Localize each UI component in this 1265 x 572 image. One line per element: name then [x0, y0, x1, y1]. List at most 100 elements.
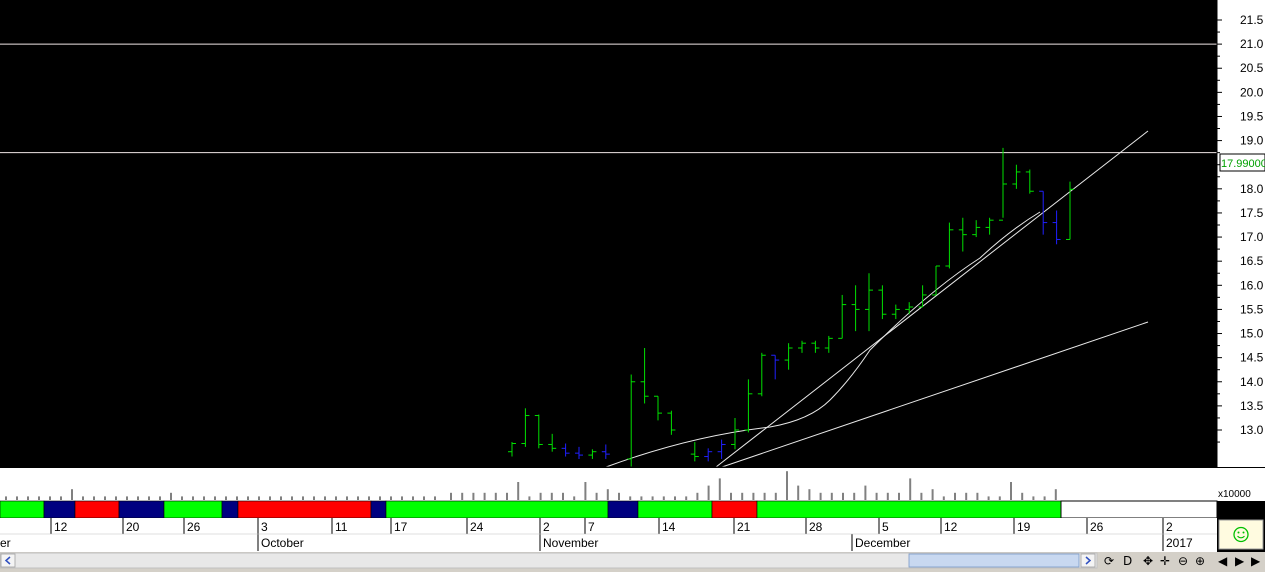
- volume-bar: [1043, 496, 1046, 500]
- volume-bar: [93, 496, 95, 500]
- volume-bar: [539, 492, 542, 500]
- volume-bar: [170, 492, 172, 500]
- volume-bar: [998, 496, 1001, 500]
- volume-bar: [368, 496, 370, 500]
- volume-bar: [313, 496, 315, 500]
- date-tick-label: 12: [944, 520, 958, 534]
- volume-bar: [864, 485, 867, 500]
- volume-bar: [640, 496, 643, 500]
- volume-bar: [965, 492, 968, 500]
- volume-bar: [247, 496, 249, 500]
- volume-bar: [853, 492, 856, 500]
- scroll-right-button[interactable]: [1080, 553, 1096, 568]
- price-tick-label: 18.0: [1240, 182, 1264, 196]
- scroll-left-button[interactable]: [0, 553, 16, 568]
- next-icon[interactable]: ▶: [1251, 554, 1261, 568]
- volume-bar: [236, 496, 238, 500]
- signal-segment: [237, 500, 372, 519]
- volume-bar: [401, 496, 403, 500]
- date-tick-label: 24: [470, 520, 484, 534]
- volume-bar: [269, 496, 271, 500]
- scroll-left-icon[interactable]: ◀: [1218, 554, 1228, 568]
- move-icon-2[interactable]: ✛: [1160, 554, 1170, 568]
- volume-bar: [357, 496, 359, 500]
- d-button[interactable]: D: [1123, 554, 1132, 568]
- volume-bar: [38, 496, 40, 500]
- price-tick-label: 16.5: [1240, 254, 1264, 268]
- price-tick-label: 21.5: [1240, 13, 1264, 27]
- signal-segment: [163, 500, 223, 519]
- volume-bar: [1010, 482, 1012, 500]
- signal-segment: [118, 500, 165, 519]
- move-icon[interactable]: ✥: [1143, 554, 1153, 568]
- status-indicator[interactable]: [1218, 519, 1264, 550]
- volume-bar: [214, 496, 216, 500]
- volume-bar: [752, 492, 755, 500]
- volume-bar: [741, 492, 744, 500]
- signal-segment: [43, 500, 76, 519]
- scroll-right-icon[interactable]: ▶: [1235, 554, 1245, 568]
- volume-bar: [730, 492, 732, 500]
- volume-bar: [82, 496, 84, 500]
- volume-bar: [483, 492, 486, 500]
- loop-icon[interactable]: ⟳: [1104, 554, 1114, 568]
- month-label: er: [0, 536, 11, 550]
- volume-bar: [225, 496, 227, 500]
- zoom-in-icon[interactable]: ⊕: [1195, 554, 1205, 568]
- volume-bar: [898, 492, 900, 500]
- date-tick-label: 21: [737, 520, 751, 534]
- volume-bar: [718, 478, 721, 500]
- price-tick-label: 13.0: [1240, 423, 1264, 437]
- volume-bar: [830, 492, 833, 500]
- date-axis: [0, 518, 1217, 552]
- volume-bar: [528, 496, 531, 500]
- price-tick-label: 20.0: [1240, 85, 1264, 99]
- volume-bar: [104, 496, 106, 500]
- volume-bar: [942, 496, 945, 500]
- date-tick-label: 26: [187, 520, 201, 534]
- month-label: 2017: [1166, 536, 1193, 550]
- volume-bar: [606, 489, 609, 500]
- volume-bar: [71, 489, 73, 500]
- volume-bar: [707, 485, 710, 500]
- price-tick-label: 14.5: [1240, 351, 1264, 365]
- volume-bar: [49, 496, 51, 500]
- volume-bar: [819, 492, 822, 500]
- price-tick-label: 15.5: [1240, 302, 1264, 316]
- volume-bar: [662, 496, 665, 500]
- volume-bar: [573, 496, 576, 500]
- volume-bar: [472, 492, 475, 500]
- volume-bar: [137, 496, 139, 500]
- volume-bar: [115, 496, 117, 500]
- volume-bar: [550, 492, 553, 500]
- volume-bar: [148, 496, 150, 500]
- date-tick-label: 5: [882, 520, 889, 534]
- volume-bar: [808, 489, 811, 500]
- volume-bar: [842, 492, 844, 500]
- scroll-thumb[interactable]: [908, 553, 1080, 568]
- price-tick-label: 16.0: [1240, 278, 1264, 292]
- volume-bar: [412, 496, 414, 500]
- volume-bar: [258, 496, 260, 500]
- volume-bar: [5, 496, 7, 500]
- date-tick-label: 14: [662, 520, 676, 534]
- chart-canvas: 13.0 13.5 14.0 14.5 15.0 15.5 16.0 16.5 17.0 17.5…: [0, 0, 1265, 572]
- zoom-out-icon[interactable]: ⊖: [1178, 554, 1188, 568]
- volume-bar: [16, 496, 18, 500]
- date-tick-label: 28: [809, 520, 823, 534]
- volume-bar: [390, 496, 392, 500]
- date-tick-label: 2: [543, 520, 550, 534]
- date-tick-label: 26: [1090, 520, 1104, 534]
- volume-bar: [685, 496, 688, 500]
- volume-bar: [181, 496, 183, 500]
- last-price-marker: 17.99000: [1219, 153, 1265, 172]
- volume-bar: [909, 478, 912, 500]
- horizontal-scrollbar[interactable]: [0, 552, 1098, 569]
- volume-bar: [60, 496, 62, 500]
- price-tick-label: 21.0: [1240, 37, 1264, 51]
- volume-bar: [203, 496, 205, 500]
- signal-segment: [221, 500, 239, 519]
- volume-bar: [517, 482, 520, 500]
- date-tick-label: 12: [54, 520, 68, 534]
- volume-bar: [931, 489, 934, 500]
